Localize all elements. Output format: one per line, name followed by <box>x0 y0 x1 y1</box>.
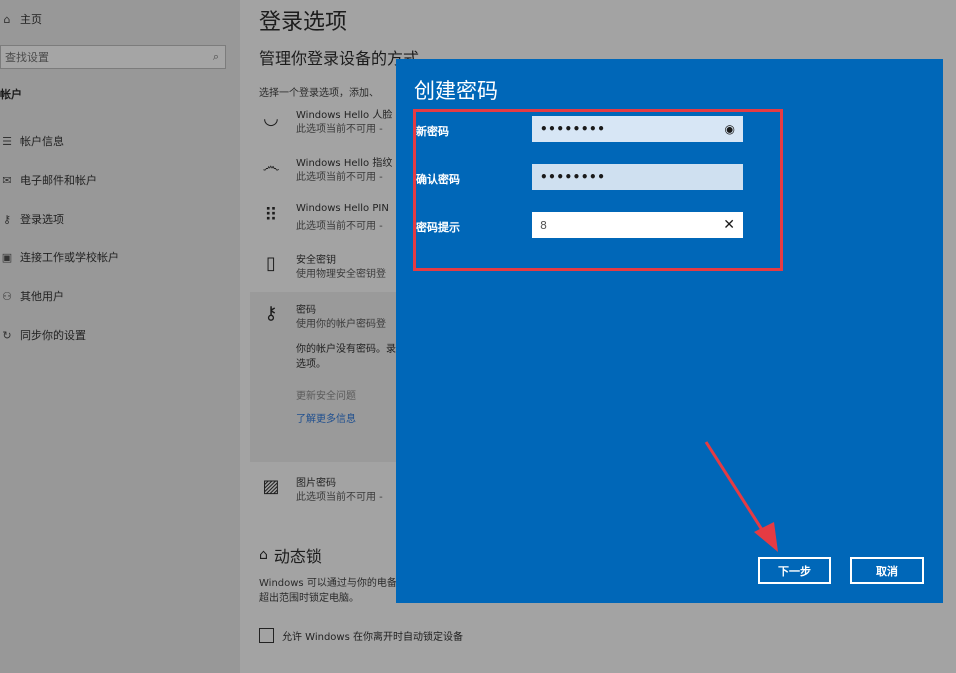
sidebar-item-account-info[interactable]: ☰ 帐户信息 <box>0 130 64 152</box>
password-hint-label: 密码提示 <box>416 221 460 234</box>
page-subtitle: 管理你登录设备的方式 <box>259 49 420 68</box>
option-title: Windows Hello 人脸 <box>296 110 393 121</box>
sidebar-item-label: 登录选项 <box>20 213 64 226</box>
list-icon: ☰ <box>2 134 12 148</box>
option-title: 密码 <box>296 305 316 316</box>
sidebar-item-label: 其他用户 <box>20 290 64 303</box>
option-title: Windows Hello 指纹 <box>296 158 393 169</box>
clear-icon[interactable]: ✕ <box>723 217 735 233</box>
search-icon: ⌕ <box>212 50 219 63</box>
option-title: Windows Hello PIN <box>296 203 389 214</box>
new-password-label: 新密码 <box>416 125 449 138</box>
option-title: 安全密钥 <box>296 255 336 266</box>
dialog-title: 创建密码 <box>414 79 498 103</box>
usb-key-icon: ▯ <box>266 253 276 274</box>
option-pin[interactable]: ⠿ Windows Hello PIN 此选项当前不可用 - <box>258 203 418 239</box>
password-hint-value: 8 <box>540 218 547 232</box>
sidebar-item-label: 电子邮件和帐户 <box>20 174 97 187</box>
cancel-button[interactable]: 取消 <box>850 557 924 584</box>
sidebar-item-other-users[interactable]: ⚇ 其他用户 <box>0 285 64 307</box>
key-icon: ⚷ <box>264 303 278 324</box>
page-title: 登录选项 <box>259 10 348 35</box>
mail-icon: ✉ <box>2 173 12 187</box>
sidebar-item-label: 帐户信息 <box>20 135 64 148</box>
password-message: 你的帐户没有密码。录选项。 <box>296 344 396 370</box>
sidebar-item-work-school[interactable]: ▣ 连接工作或学校帐户 <box>0 246 119 268</box>
person-add-icon: ⚇ <box>2 289 12 303</box>
option-subtitle: 此选项当前不可用 - <box>296 124 383 135</box>
sidebar-item-sign-in-options[interactable]: ⚷ 登录选项 <box>0 208 64 230</box>
password-hint-input[interactable]: 8 ✕ <box>532 212 743 238</box>
update-security-questions-link[interactable]: 更新安全问题 <box>296 387 356 402</box>
settings-sidebar: ⌂ 主页 查找设置 ⌕ 帐户 ☰ 帐户信息 ✉ 电子邮件和帐户 ⚷ 登录选项 ▣… <box>0 0 240 673</box>
option-subtitle: 使用物理安全密钥登 <box>296 269 386 280</box>
allow-auto-lock-checkbox[interactable] <box>259 628 274 643</box>
confirm-password-label: 确认密码 <box>416 173 460 186</box>
picture-icon: ▨ <box>262 476 280 497</box>
allow-auto-lock-label: 允许 Windows 在你离开时自动锁定设备 <box>282 632 463 643</box>
option-subtitle: 此选项当前不可用 - <box>296 492 383 503</box>
option-title: 图片密码 <box>296 478 336 489</box>
key-icon: ⚷ <box>2 212 12 226</box>
sidebar-item-sync[interactable]: ↻ 同步你的设置 <box>0 324 86 346</box>
sidebar-item-label: 连接工作或学校帐户 <box>20 251 119 264</box>
face-icon: ◡ <box>263 108 279 129</box>
sidebar-item-email[interactable]: ✉ 电子邮件和帐户 <box>0 169 97 191</box>
allow-auto-lock-row[interactable]: 允许 Windows 在你离开时自动锁定设备 <box>259 628 463 643</box>
option-subtitle: 此选项当前不可用 - <box>296 172 383 183</box>
option-password[interactable]: ⚷ 密码 使用你的帐户密码登 <box>258 301 418 337</box>
dynamic-lock-title: 动态锁 <box>273 547 322 566</box>
next-button[interactable]: 下一步 <box>758 557 831 584</box>
confirm-password-value: •••••••• <box>540 170 606 184</box>
option-security-key[interactable]: ▯ 安全密钥 使用物理安全密钥登 <box>258 251 418 287</box>
annotation-arrow-icon <box>704 441 778 552</box>
learn-more-link[interactable]: 了解更多信息 <box>296 410 356 425</box>
confirm-password-input[interactable]: •••••••• <box>532 164 743 190</box>
page-description: 选择一个登录选项，添加、 <box>259 88 379 99</box>
sidebar-item-label: 同步你的设置 <box>20 329 86 342</box>
new-password-value: •••••••• <box>540 122 606 136</box>
option-face[interactable]: ◡ Windows Hello 人脸 此选项当前不可用 - <box>258 106 418 142</box>
sidebar-section-heading: 帐户 <box>0 88 22 101</box>
create-password-dialog: 创建密码 新密码 •••••••• ◉ 确认密码 •••••••• 密码提示 8… <box>396 59 943 603</box>
search-placeholder: 查找设置 <box>5 51 49 64</box>
fingerprint-icon: ෴ <box>262 156 280 177</box>
dynamic-lock-description: Windows 可以通过与你的电备超出范围时锁定电脑。 <box>259 578 397 604</box>
lock-icon: ⌂ <box>259 547 268 563</box>
option-subtitle: 使用你的帐户密码登 <box>296 319 386 330</box>
option-picture-password[interactable]: ▨ 图片密码 此选项当前不可用 - <box>258 474 418 510</box>
sync-icon: ↻ <box>2 328 12 342</box>
new-password-input[interactable]: •••••••• ◉ <box>532 116 743 142</box>
home-icon: ⌂ <box>3 12 11 26</box>
briefcase-icon: ▣ <box>1 250 13 264</box>
keypad-icon: ⠿ <box>264 205 278 226</box>
sidebar-home-label: 主页 <box>20 13 42 26</box>
eye-icon[interactable]: ◉ <box>725 122 735 136</box>
sidebar-home[interactable]: ⌂ 主页 <box>0 8 43 30</box>
search-input[interactable]: 查找设置 ⌕ <box>0 45 226 69</box>
option-fingerprint[interactable]: ෴ Windows Hello 指纹 此选项当前不可用 - <box>258 154 418 190</box>
dynamic-lock-heading: ⌂ 动态锁 <box>259 543 322 567</box>
option-subtitle: 此选项当前不可用 - <box>296 221 383 232</box>
